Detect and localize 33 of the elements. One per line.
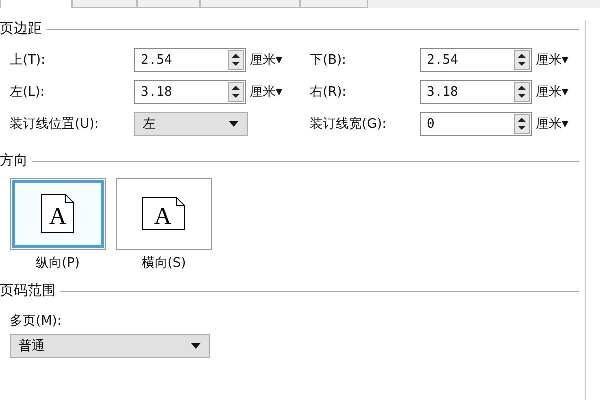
field-label: 多页(M): xyxy=(10,313,63,330)
unit-dropdown[interactable]: 厘米▾ xyxy=(250,83,283,101)
section-title: 页边距 xyxy=(0,20,42,38)
field-label: 下(B): xyxy=(309,52,348,69)
spinner-arrows-icon[interactable] xyxy=(228,50,244,70)
spin-field[interactable]: 3.18 xyxy=(420,80,532,104)
spinner-arrows-icon[interactable] xyxy=(514,50,530,70)
unit-dropdown[interactable]: 厘米▾ xyxy=(536,115,569,133)
orientation-button[interactable]: A xyxy=(10,178,106,250)
spin-field[interactable]: 0 xyxy=(420,112,532,136)
field-label: 左(L): xyxy=(9,84,46,101)
spinner-arrows-icon[interactable] xyxy=(514,82,530,102)
orientation-button[interactable]: A xyxy=(116,178,212,250)
field-label: 右(R): xyxy=(309,84,348,101)
unit-dropdown[interactable]: 厘米▾ xyxy=(250,51,283,69)
section-title: 页码范围 xyxy=(0,282,56,300)
spinner-arrows-icon[interactable] xyxy=(228,82,244,102)
caret-icon xyxy=(229,121,239,127)
caret-icon xyxy=(191,343,201,349)
field-label: 装订线位置(U): xyxy=(9,116,100,133)
field-label: 装订线宽(G): xyxy=(309,116,388,133)
dropdown[interactable]: 普通 xyxy=(10,334,210,358)
field-label: 上(T): xyxy=(9,52,46,69)
section-title: 方向 xyxy=(0,152,28,170)
spin-field[interactable]: 2.54 xyxy=(420,48,532,72)
orientation-label: 纵向(P) xyxy=(36,255,80,272)
spinner-arrows-icon[interactable] xyxy=(514,114,530,134)
orientation-label: 横向(S) xyxy=(142,255,186,272)
dropdown[interactable]: 左 xyxy=(134,112,248,136)
unit-dropdown[interactable]: 厘米▾ xyxy=(536,83,569,101)
spin-field[interactable]: 3.18 xyxy=(134,80,246,104)
unit-dropdown[interactable]: 厘米▾ xyxy=(536,51,569,69)
spin-field[interactable]: 2.54 xyxy=(134,48,246,72)
